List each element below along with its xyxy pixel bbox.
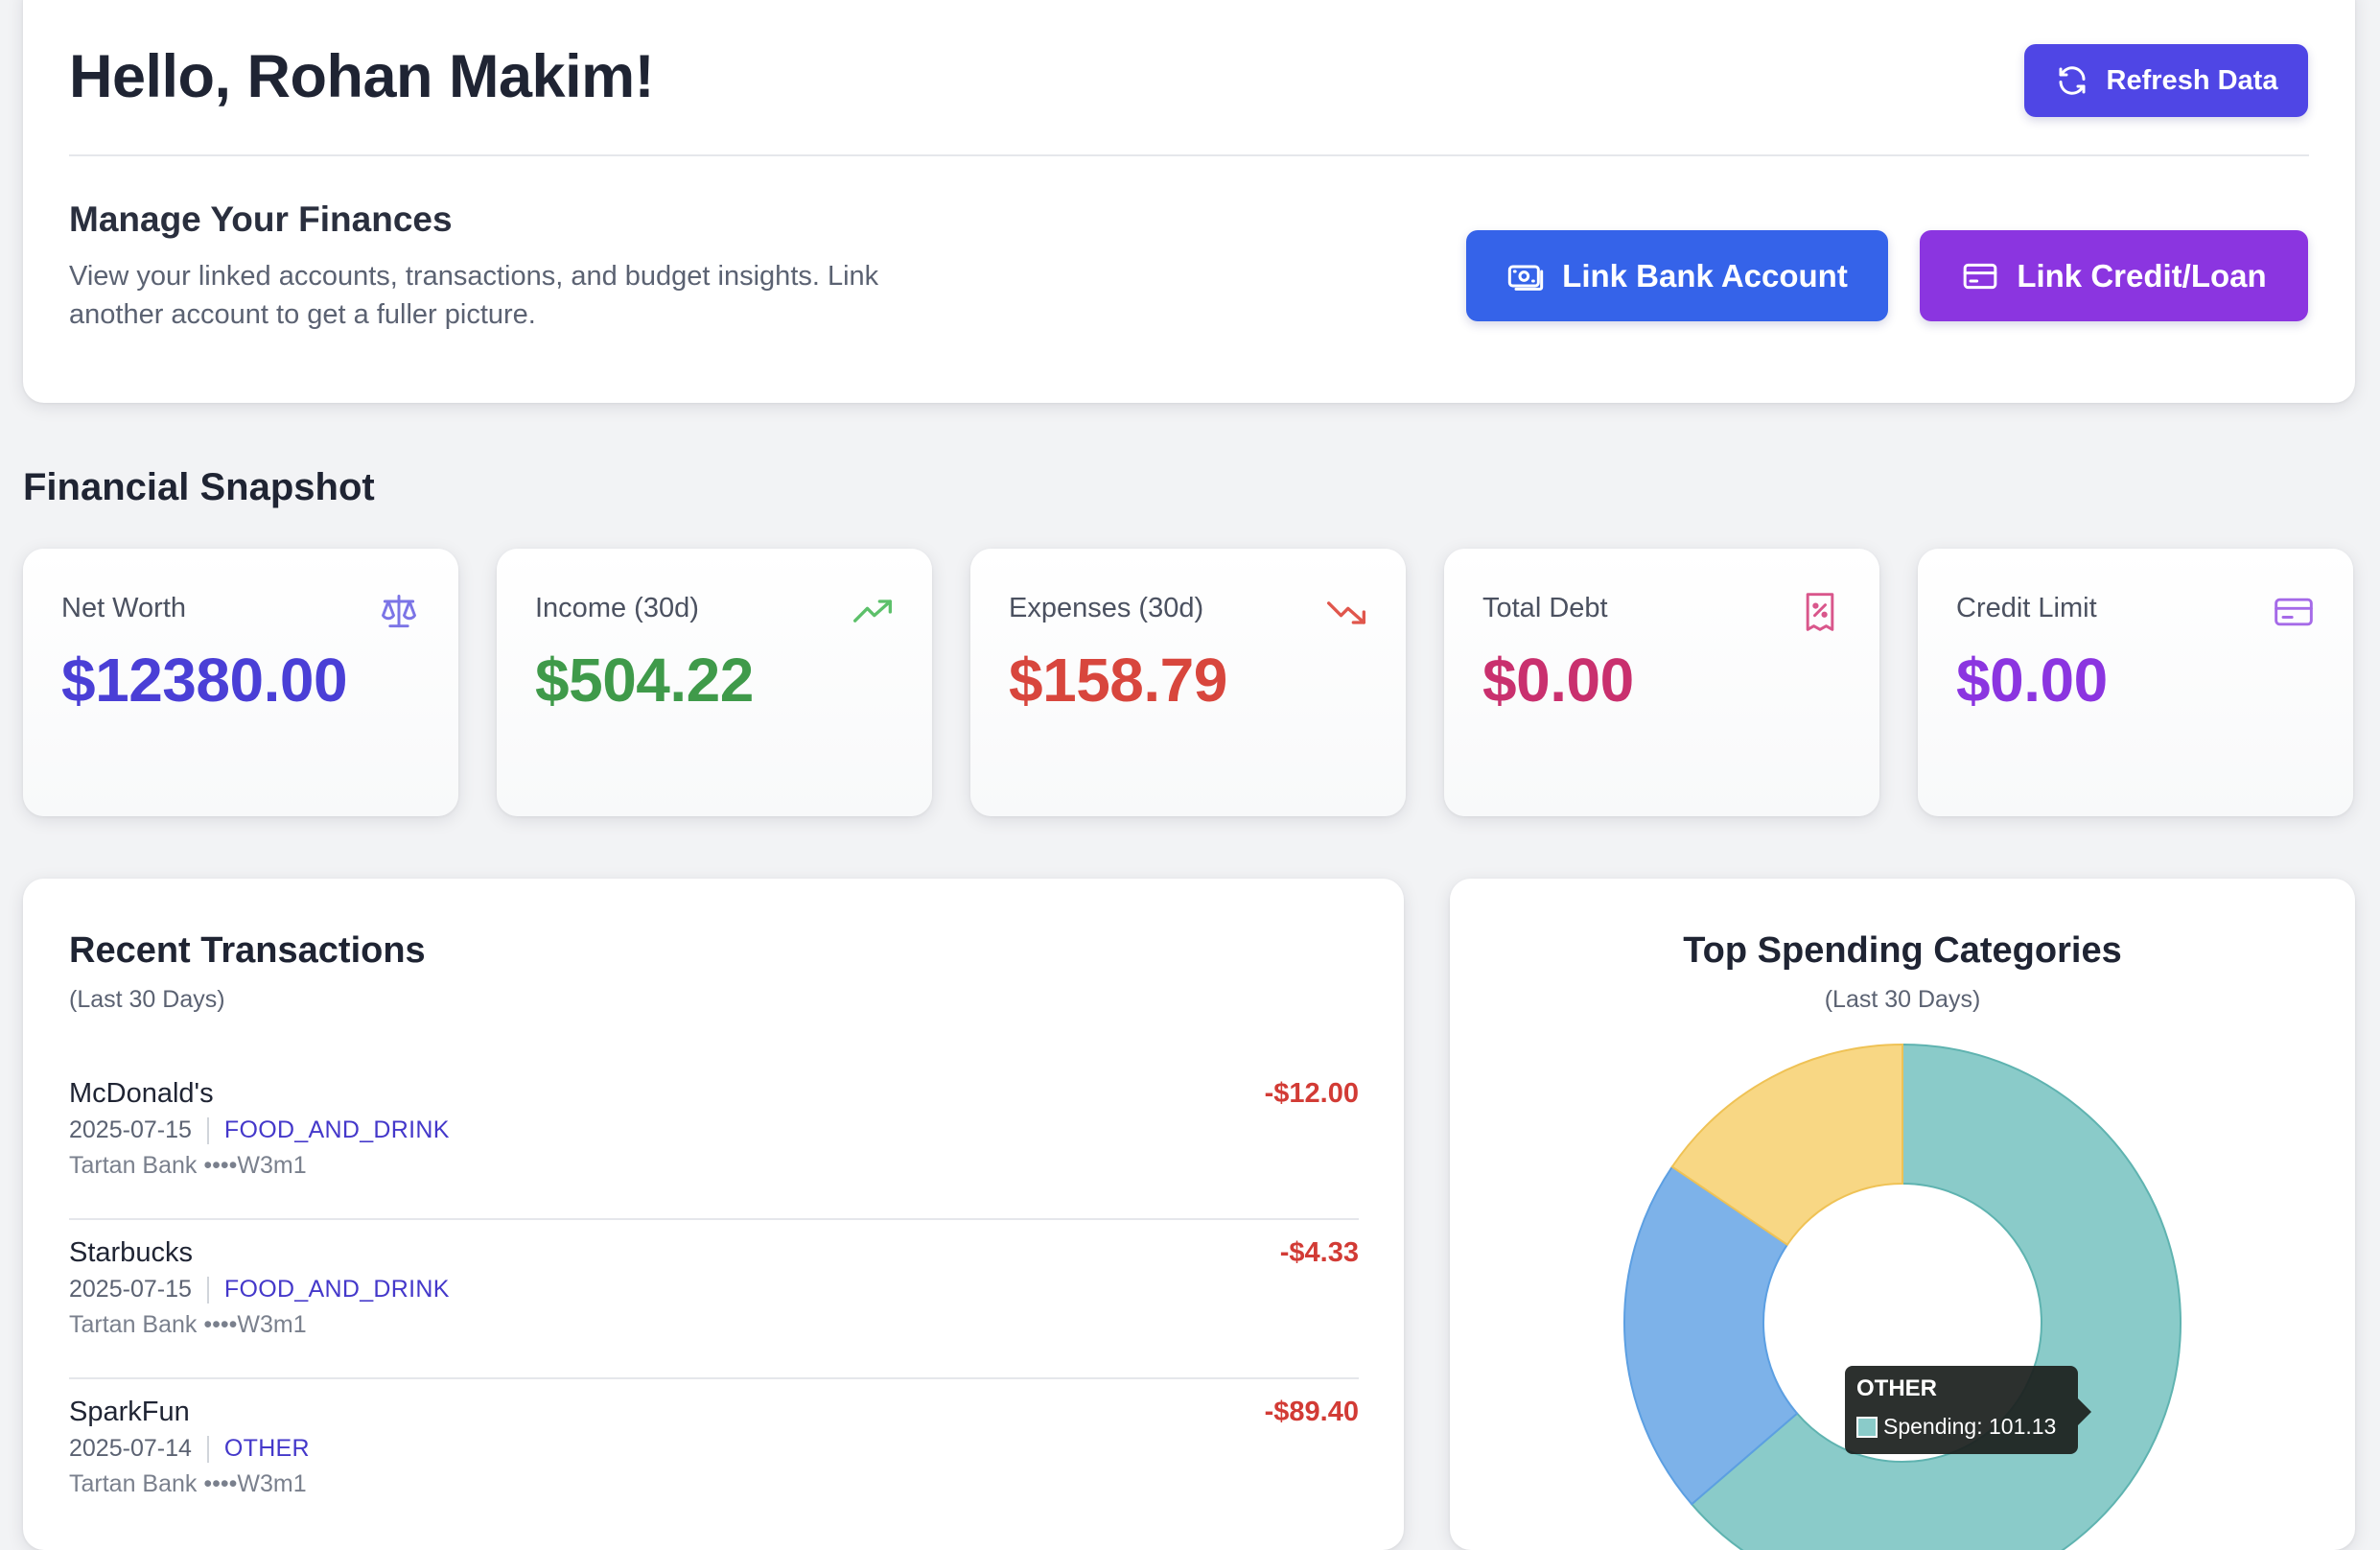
credit-limit-card: Credit Limit $0.00 bbox=[1918, 549, 2353, 816]
meta-separator bbox=[206, 1116, 209, 1144]
transaction-amount: -$89.40 bbox=[1264, 1397, 1359, 1427]
credit-card-icon bbox=[1963, 263, 1997, 289]
manage-finances-title: Manage Your Finances bbox=[69, 200, 453, 239]
recent-transactions-subtitle: (Last 30 Days) bbox=[69, 986, 225, 1013]
transaction-amount: -$12.00 bbox=[1264, 1078, 1359, 1109]
meta-separator bbox=[206, 1276, 209, 1303]
recent-transactions-card: Recent Transactions (Last 30 Days) McDon… bbox=[23, 879, 1404, 1550]
transaction-row[interactable]: Starbucks -$4.33 2025-07-15 FOOD_AND_DRI… bbox=[69, 1218, 1359, 1379]
tooltip-title: OTHER bbox=[1856, 1375, 1937, 1401]
transaction-meta: 2025-07-15 FOOD_AND_DRINK bbox=[69, 1116, 450, 1144]
stat-value: $158.79 bbox=[1009, 646, 1227, 715]
stat-label: Expenses (30d) bbox=[1009, 593, 1204, 623]
transaction-date: 2025-07-15 bbox=[69, 1116, 192, 1143]
transaction-amount: -$4.33 bbox=[1279, 1237, 1359, 1268]
stat-label: Total Debt bbox=[1482, 593, 1608, 623]
link-bank-account-button[interactable]: Link Bank Account bbox=[1466, 230, 1888, 321]
transaction-category: FOOD_AND_DRINK bbox=[223, 1276, 450, 1303]
scale-icon bbox=[382, 595, 416, 628]
header-divider bbox=[69, 154, 2309, 156]
stat-value: $0.00 bbox=[1956, 646, 2108, 715]
top-spending-card: Top Spending Categories (Last 30 Days) O… bbox=[1450, 879, 2355, 1550]
stat-label: Income (30d) bbox=[535, 593, 699, 623]
net-worth-card: Net Worth $12380.00 bbox=[23, 549, 458, 816]
credit-card-icon bbox=[2275, 598, 2313, 626]
financial-snapshot-title: Financial Snapshot bbox=[23, 466, 375, 508]
trending-up-icon bbox=[853, 599, 892, 622]
stat-value: $0.00 bbox=[1482, 646, 1634, 715]
receipt-percent-icon bbox=[1806, 593, 1834, 631]
income-card: Income (30d) $504.22 bbox=[497, 549, 932, 816]
transaction-row[interactable]: McDonald's -$12.00 2025-07-15 FOOD_AND_D… bbox=[69, 1059, 1359, 1220]
link-bank-account-label: Link Bank Account bbox=[1562, 257, 1848, 294]
transaction-merchant: McDonald's bbox=[69, 1078, 214, 1109]
header-card: Hello, Rohan Makim! Refresh Data Manage … bbox=[23, 0, 2355, 403]
transaction-category: FOOD_AND_DRINK bbox=[223, 1116, 450, 1143]
transaction-row[interactable]: SparkFun -$89.40 2025-07-14 OTHER Tartan… bbox=[69, 1377, 1359, 1537]
expenses-card: Expenses (30d) $158.79 bbox=[970, 549, 1406, 816]
transaction-date: 2025-07-14 bbox=[69, 1435, 192, 1462]
transaction-account: Tartan Bank ••••W3m1 bbox=[69, 1311, 307, 1338]
refresh-icon bbox=[2059, 66, 2086, 95]
stat-value: $12380.00 bbox=[61, 646, 348, 715]
trending-down-icon bbox=[1327, 601, 1365, 624]
manage-finances-description: View your linked accounts, transactions,… bbox=[69, 261, 879, 330]
tooltip-row: Spending: 101.13 bbox=[1856, 1414, 2056, 1440]
meta-separator bbox=[206, 1435, 209, 1463]
refresh-data-button[interactable]: Refresh Data bbox=[2024, 44, 2308, 117]
transaction-date: 2025-07-15 bbox=[69, 1276, 192, 1303]
link-credit-loan-button[interactable]: Link Credit/Loan bbox=[1920, 230, 2308, 321]
bank-money-icon bbox=[1508, 265, 1544, 291]
tooltip-value: Spending: 101.13 bbox=[1883, 1414, 2057, 1439]
refresh-data-label: Refresh Data bbox=[2106, 64, 2278, 96]
chart-tooltip: OTHER Spending: 101.13 bbox=[1845, 1366, 2091, 1454]
total-debt-card: Total Debt $0.00 bbox=[1444, 549, 1879, 816]
stat-label: Credit Limit bbox=[1956, 593, 2097, 623]
transaction-meta: 2025-07-14 OTHER bbox=[69, 1435, 310, 1463]
transaction-category: OTHER bbox=[223, 1435, 310, 1462]
transaction-merchant: SparkFun bbox=[69, 1397, 190, 1427]
stat-value: $504.22 bbox=[535, 646, 754, 715]
transaction-meta: 2025-07-15 FOOD_AND_DRINK bbox=[69, 1276, 450, 1303]
stat-label: Net Worth bbox=[61, 593, 187, 623]
recent-transactions-title: Recent Transactions bbox=[69, 930, 426, 971]
greeting-title: Hello, Rohan Makim! bbox=[69, 43, 655, 110]
tooltip-swatch bbox=[1856, 1416, 1878, 1438]
transaction-account: Tartan Bank ••••W3m1 bbox=[69, 1152, 307, 1179]
link-credit-loan-label: Link Credit/Loan bbox=[2017, 257, 2267, 294]
transaction-account: Tartan Bank ••••W3m1 bbox=[69, 1470, 307, 1497]
transaction-merchant: Starbucks bbox=[69, 1237, 193, 1268]
